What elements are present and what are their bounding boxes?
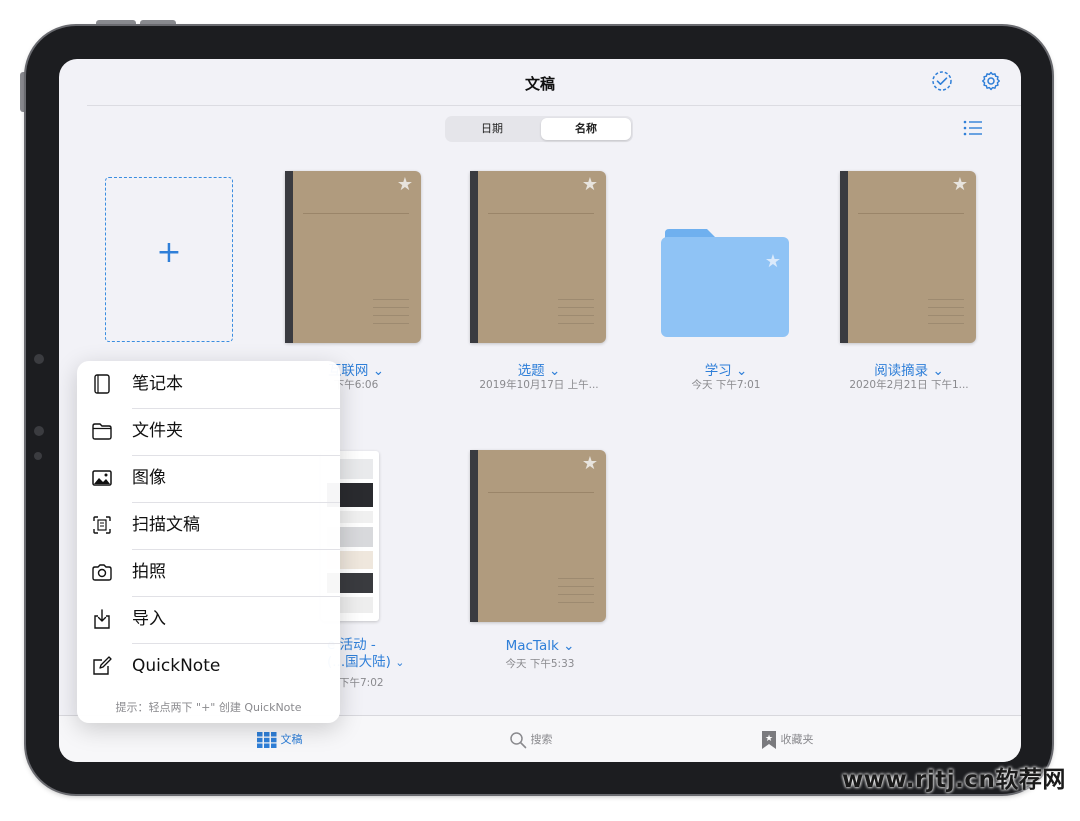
item-name[interactable]: 选题 ⌄ [454, 359, 624, 379]
tab-label: 收藏夹 [780, 733, 814, 746]
scan-icon [91, 514, 113, 536]
sensor-dot [34, 426, 44, 436]
sort-tab-name[interactable]: 名称 [541, 118, 631, 140]
sort-tab-date[interactable]: 日期 [447, 118, 537, 140]
item-name[interactable]: 阅读摘录 ⌄ [824, 359, 994, 379]
tab-label: 搜索 [530, 733, 553, 746]
item-name[interactable]: MacTalk ⌄ [470, 638, 610, 654]
star-icon[interactable]: ★ [397, 176, 413, 194]
header-divider [87, 105, 1021, 106]
item-name[interactable]: e 活动 - (...国大陆) ⌄ [327, 637, 437, 671]
menu-item-scan[interactable]: 扫描文稿 [77, 502, 340, 549]
notebook-cover[interactable]: ★ [470, 450, 606, 622]
watermark-text: www.rjtj.cn软荐网 [842, 767, 1066, 793]
svg-text:★: ★ [765, 251, 781, 272]
star-icon[interactable]: ★ [582, 176, 598, 194]
new-item-button[interactable]: + [105, 177, 233, 342]
tab-label: 文稿 [280, 733, 303, 746]
item-date: 2019年10月17日 上午... [479, 379, 599, 391]
import-icon [91, 608, 113, 630]
quicknote-hint: 提示：轻点两下 "+" 创建 QuickNote [115, 701, 302, 714]
item-date: 今天 下午7:01 [691, 379, 761, 391]
image-icon [91, 467, 113, 489]
camera-dot [34, 354, 44, 364]
create-menu-popover: 笔记本 文件夹 图像 扫描文稿 拍照 导入 QuickNote 提示：轻点两下 … [77, 361, 340, 723]
sensor-dot-2 [34, 452, 42, 460]
star-icon[interactable]: ★ [952, 176, 968, 194]
tab-search[interactable]: 搜索 [509, 730, 553, 750]
menu-item-folder[interactable]: 文件夹 [77, 408, 340, 455]
menu-item-image[interactable]: 图像 [77, 455, 340, 502]
quicknote-icon [91, 655, 113, 677]
list-icon[interactable] [962, 119, 984, 137]
notebook-cover[interactable]: ★ [470, 171, 606, 343]
search-icon [509, 731, 527, 749]
plus-icon: + [156, 235, 182, 270]
menu-item-import[interactable]: 导入 [77, 596, 340, 643]
sort-segmented-control: 日期 名称 [445, 116, 633, 142]
bookmark-star-icon: ★ [761, 731, 777, 749]
svg-text:★: ★ [765, 734, 773, 744]
tab-favorites[interactable]: ★ 收藏夹 [761, 730, 814, 750]
folder-icon[interactable]: ★ [661, 227, 789, 337]
item-name[interactable]: 学习 ⌄ [659, 359, 793, 379]
notebook-cover[interactable]: ★ [285, 171, 421, 343]
menu-item-notebook[interactable]: 笔记本 [77, 361, 340, 408]
camera-icon [91, 561, 113, 583]
page-title: 文稿 [524, 75, 555, 93]
item-date: 下午7:02 [339, 677, 384, 689]
notebook-icon [91, 373, 113, 395]
notebook-cover[interactable]: ★ [840, 171, 976, 343]
checkmark-circle-dashed-icon[interactable] [930, 69, 954, 93]
app-screen: 文稿 日期 名称 + ★ 互联网 ⌄ 下午6:06 ★ 选题 ⌄ 2019年10… [59, 59, 1021, 762]
item-date: 今天 下午5:33 [505, 658, 575, 670]
menu-item-quicknote[interactable]: QuickNote [77, 643, 340, 690]
gear-icon[interactable] [979, 69, 1003, 93]
tab-documents[interactable]: 文稿 [257, 730, 303, 750]
item-date: 2020年2月21日 下午1... [849, 379, 969, 391]
menu-item-camera[interactable]: 拍照 [77, 549, 340, 596]
star-icon[interactable]: ★ [582, 455, 598, 473]
folder-icon [91, 420, 113, 442]
grid-icon [257, 732, 277, 748]
